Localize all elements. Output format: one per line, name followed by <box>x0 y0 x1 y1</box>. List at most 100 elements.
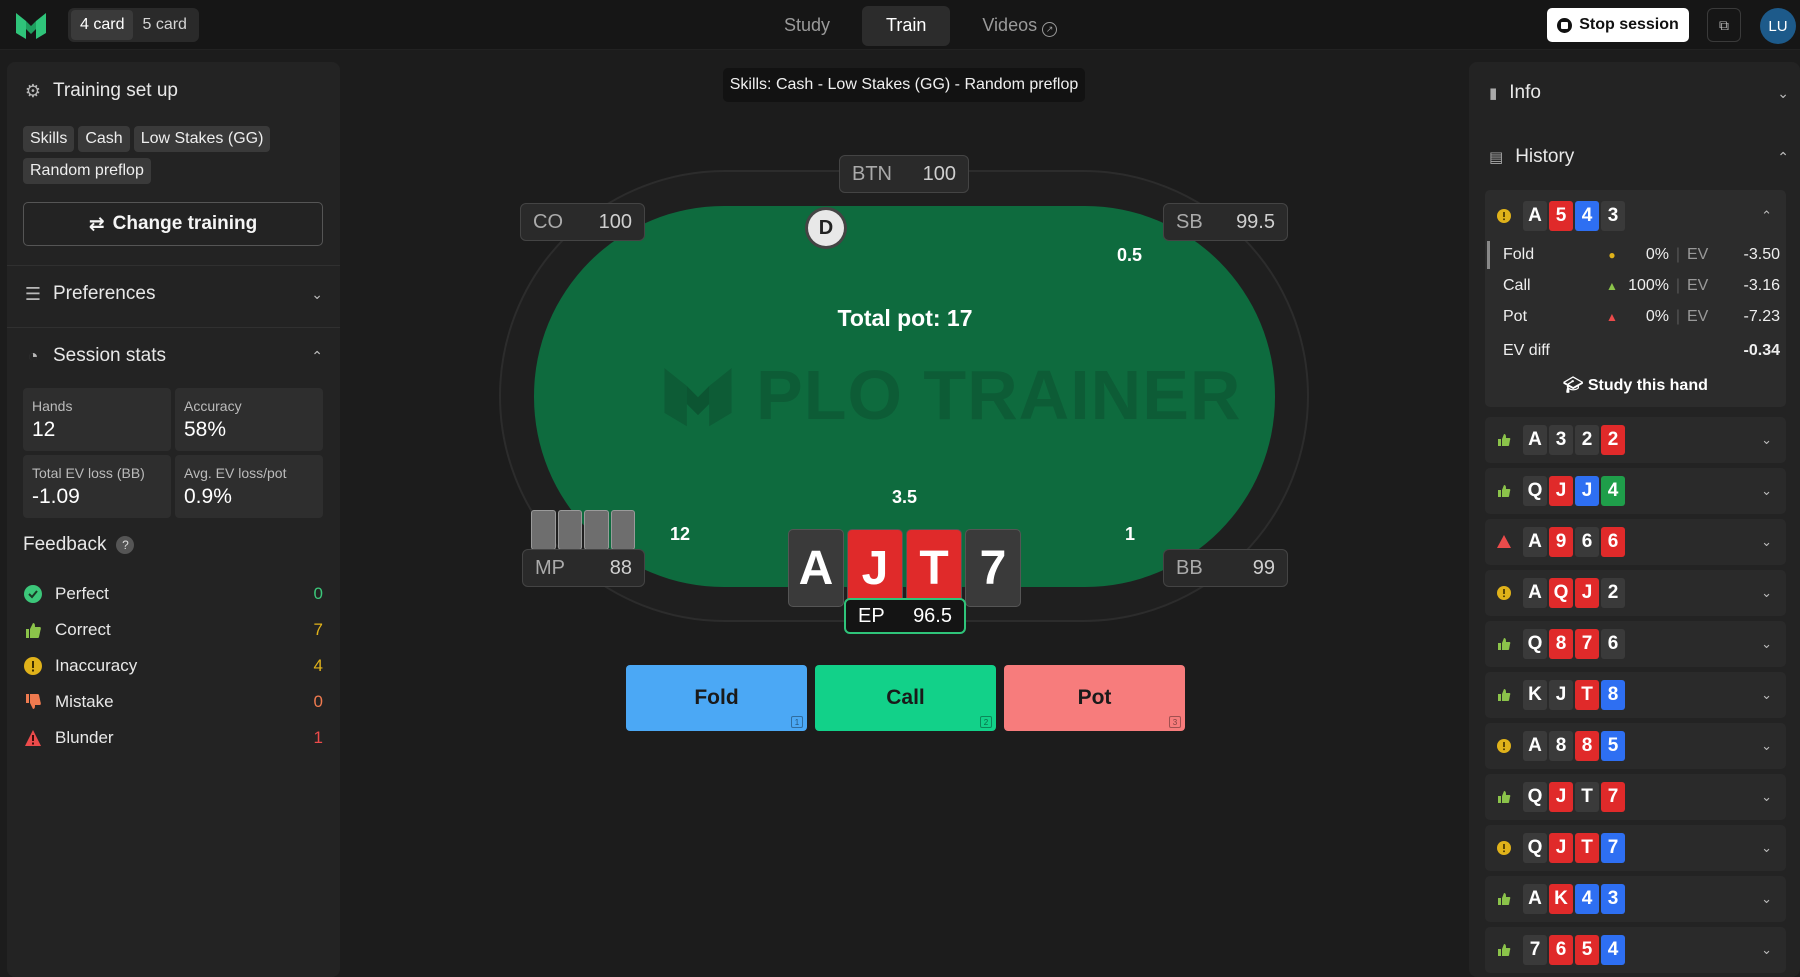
top-bar: 4 card 5 card Study Train Videos ↗ Stop s… <box>0 0 1800 50</box>
chevron-down-icon: ⌄ <box>1761 432 1772 447</box>
stat-ev-loss: Total EV loss (BB) -1.09 <box>23 455 171 518</box>
pot-label: Pot <box>1077 686 1112 709</box>
history-card: 7 <box>1523 935 1547 965</box>
info-header[interactable]: ▮ Info ⌄ <box>1489 82 1789 104</box>
history-title: History <box>1515 146 1575 167</box>
hand-cards: Q876 <box>1523 629 1625 659</box>
feedback-count: 0 <box>313 584 323 603</box>
stop-session-button[interactable]: Stop session <box>1547 8 1689 42</box>
seat-btn[interactable]: BTN 100 <box>839 155 969 193</box>
history-hand-row[interactable]: A 8 8 5 ⌄ <box>1485 723 1786 769</box>
history-card: T <box>1575 833 1599 863</box>
training-tags: Skills Cash Low Stakes (GG) Random preflop <box>23 126 323 190</box>
pot-button[interactable]: Pot 3 <box>1004 665 1185 731</box>
seat-mp[interactable]: MP 88 <box>522 549 645 587</box>
history-card: 8 <box>1601 680 1625 710</box>
call-button[interactable]: Call 2 <box>815 665 996 731</box>
history-card: T <box>1575 782 1599 812</box>
history-hand-row[interactable]: A K 4 3 ⌄ <box>1485 876 1786 922</box>
tag-random-preflop: Random preflop <box>23 158 151 184</box>
history-hand-row[interactable]: 7 6 5 4 ⌄ <box>1485 927 1786 973</box>
stat-avg-ev-loss-label: Avg. EV loss/pot <box>184 465 287 481</box>
stat-ev-loss-value: -1.09 <box>32 485 80 508</box>
mode-5-card[interactable]: 5 card <box>133 10 195 40</box>
tab-train[interactable]: Train <box>862 6 951 46</box>
mode-4-card[interactable]: 4 card <box>71 10 134 40</box>
tab-videos[interactable]: Videos ↗ <box>958 6 1081 46</box>
card-back <box>531 510 556 550</box>
history-hand-row[interactable]: Q J T 7 ⌄ <box>1485 774 1786 820</box>
history-card: K <box>1523 680 1547 710</box>
fullscreen-button[interactable]: ⧉ <box>1707 8 1741 42</box>
history-card: Q <box>1523 476 1547 506</box>
hand-cards: QJT7 <box>1523 833 1625 863</box>
history-card: 2 <box>1601 425 1625 455</box>
seat-position: BTN <box>852 162 892 185</box>
history-hand-row[interactable]: Q J T 7 ⌄ <box>1485 825 1786 871</box>
history-card: Q <box>1523 629 1547 659</box>
history-hand-row[interactable]: Q J J 4 ⌄ <box>1485 468 1786 514</box>
seat-bb[interactable]: BB 99 <box>1163 549 1288 587</box>
switch-icon: ⇄ <box>88 213 105 235</box>
ev-action: Fold <box>1503 246 1535 263</box>
seat-position: MP <box>535 556 565 579</box>
history-card: A <box>1523 201 1547 231</box>
thumbs-up-icon: ▲ <box>1606 279 1618 293</box>
change-training-button[interactable]: ⇄ Change training <box>23 202 323 246</box>
ev-row-fold: Fold ● 0% | EV -3.50 <box>1495 241 1780 269</box>
chevron-down-icon: ⌄ <box>1761 942 1772 957</box>
history-hand-row[interactable]: A 3 2 2 ⌄ <box>1485 417 1786 463</box>
history-hand-row[interactable]: K J T 8 ⌄ <box>1485 672 1786 718</box>
history-card: 9 <box>1549 527 1573 557</box>
card-back <box>584 510 609 550</box>
session-stats-header[interactable]: ◔ Session stats ⌃ <box>23 345 323 367</box>
hotkey-hint: 3 <box>1169 716 1181 728</box>
hand-cards: AK43 <box>1523 884 1625 914</box>
seat-ep-hero[interactable]: EP 96.5 <box>844 598 966 634</box>
feedback-row-perfect: Perfect 0 <box>23 580 323 608</box>
history-card: 2 <box>1601 578 1625 608</box>
ev-value: -3.16 <box>1743 277 1780 294</box>
feedback-row-blunder: Blunder 1 <box>23 724 323 752</box>
preferences-header[interactable]: ☰ Preferences ⌄ <box>23 283 323 305</box>
hero-card: A <box>788 529 844 607</box>
seat-position: SB <box>1176 210 1203 233</box>
history-hand-row[interactable]: A Q J 2 ⌄ <box>1485 570 1786 616</box>
help-icon[interactable]: ? <box>116 536 135 554</box>
expanded-hand-header[interactable]: A543 ⌃ <box>1485 196 1786 236</box>
tab-study[interactable]: Study <box>760 6 854 46</box>
avatar[interactable]: LU <box>1760 8 1796 44</box>
seat-co[interactable]: CO 100 <box>520 203 645 241</box>
ev-value: -3.50 <box>1743 246 1780 263</box>
seat-stack: 88 <box>609 556 632 579</box>
card-back <box>557 510 582 550</box>
history-card: 3 <box>1549 425 1573 455</box>
seat-stack: 96.5 <box>913 604 952 627</box>
seat-position: EP <box>858 604 885 627</box>
feedback-row-inaccuracy: Inaccuracy 4 <box>23 652 323 680</box>
history-icon: ▤ <box>1489 149 1504 166</box>
session-stats-title: Session stats <box>53 345 166 366</box>
ev-diff-label: EV diff <box>1503 342 1550 359</box>
history-card: 8 <box>1575 731 1599 761</box>
history-card: Q <box>1523 833 1547 863</box>
study-this-hand-button[interactable]: 🎓︎ Study this hand <box>1485 375 1786 395</box>
seat-sb[interactable]: SB 99.5 <box>1163 203 1288 241</box>
exclamation-circle-icon <box>1497 209 1511 223</box>
stat-accuracy-label: Accuracy <box>184 398 242 414</box>
history-hand-row[interactable]: Q 8 7 6 ⌄ <box>1485 621 1786 667</box>
history-hand-row[interactable]: A 9 6 6 ⌄ <box>1485 519 1786 565</box>
stat-accuracy: Accuracy 58% <box>175 388 323 451</box>
history-card: J <box>1575 476 1599 506</box>
sliders-icon: ☰ <box>24 283 42 304</box>
divider <box>7 327 340 328</box>
hero-card: 7 <box>965 529 1021 607</box>
bet-bb: 1 <box>1125 524 1136 544</box>
thumbs-up-icon <box>1497 688 1511 702</box>
thumbs-up-icon <box>1497 484 1511 498</box>
app-logo-icon[interactable] <box>14 9 48 41</box>
fold-button[interactable]: Fold 1 <box>626 665 807 731</box>
hotkey-hint: 1 <box>791 716 803 728</box>
history-header[interactable]: ▤ History ⌃ <box>1489 146 1789 168</box>
dealer-button: D <box>808 210 844 246</box>
